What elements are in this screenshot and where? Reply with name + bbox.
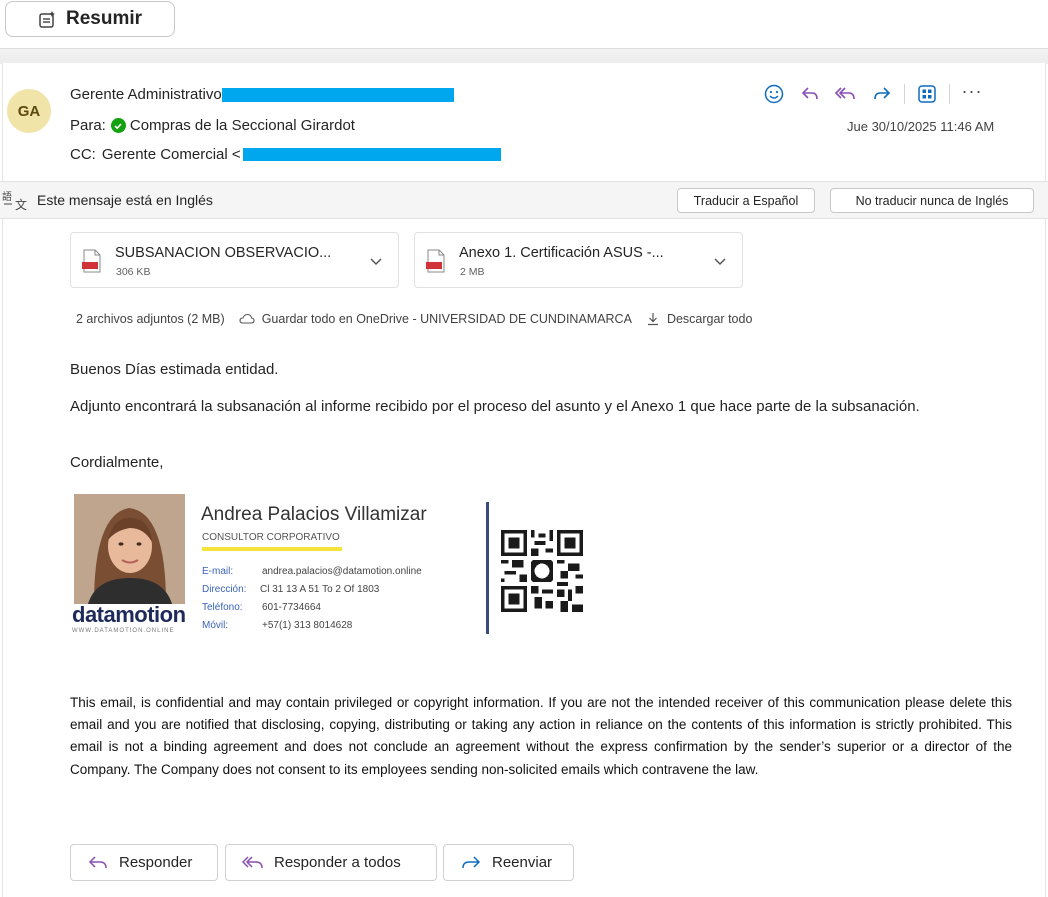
signature-role: CONSULTOR CORPORATIVO — [202, 532, 340, 543]
to-label: Para: — [70, 117, 106, 134]
reply-all-icon — [834, 87, 855, 100]
signature-mobile-value: +57(1) 313 8014628 — [262, 620, 353, 631]
summarize-label: Resumir — [66, 8, 143, 29]
signature-phone-value: 601-7734664 — [262, 602, 321, 613]
reply-all-button-footer[interactable]: Responder a todos — [225, 844, 437, 881]
reply-button-footer[interactable]: Responder — [70, 844, 218, 881]
signature-phone-label: Teléfono: — [202, 602, 243, 613]
top-toolbar: Resumir — [0, 0, 1048, 50]
pdf-file-icon — [82, 249, 101, 273]
attachment-size: 306 KB — [116, 266, 151, 278]
signature-divider — [486, 502, 489, 634]
datamotion-logo: datamotion — [72, 602, 186, 627]
cc-name[interactable]: Gerente Comercial < — [102, 146, 241, 163]
summarize-button[interactable]: Resumir — [5, 1, 175, 37]
attachments-count: 2 archivos adjuntos (2 MB) — [76, 312, 225, 326]
translation-bar: 語 文 Este mensaje está en Inglés Traducir… — [0, 181, 1048, 219]
svg-text:文: 文 — [15, 197, 27, 212]
to-line: Para: Compras de la Seccional Girardot — [70, 117, 355, 134]
logo-url: WWW.DATAMOTION.ONLINE — [72, 628, 175, 634]
download-icon — [647, 313, 658, 326]
from-line: Gerente Administrativo — [70, 86, 454, 103]
body-paragraph: Adjunto encontrará la subsanación al inf… — [70, 398, 920, 415]
reply-icon — [88, 855, 107, 868]
avatar[interactable]: GA — [7, 89, 51, 133]
translation-message: Este mensaje está en Inglés — [37, 192, 213, 208]
redacted-email — [221, 87, 454, 102]
signature-email-row: E-mail: andrea.palacios@datamotion.online — [202, 566, 422, 577]
body-greeting: Buenos Días estimada entidad. — [70, 361, 279, 378]
redacted-cc-email — [242, 148, 501, 161]
verified-check-icon — [110, 118, 126, 133]
forward-button[interactable] — [868, 80, 896, 108]
forward-icon — [462, 855, 481, 868]
attachment-card[interactable]: SUBSANACION OBSERVACIO... 306 KB — [70, 232, 399, 288]
reply-all-button[interactable] — [832, 80, 860, 108]
translate-button[interactable]: Traducir a Español — [677, 188, 815, 213]
reply-all-icon — [242, 855, 263, 868]
emoji-button[interactable] — [760, 80, 788, 108]
attachment-name: SUBSANACION OBSERVACIO... — [115, 245, 332, 261]
legal-disclaimer: This email, is confidential and may cont… — [70, 695, 1012, 777]
chevron-down-icon[interactable] — [368, 253, 384, 269]
signature-address-label: Dirección: — [202, 584, 247, 595]
never-translate-button[interactable]: No traducir nunca de Inglés — [830, 188, 1034, 213]
signature-address-value: Cl 31 13 A 51 To 2 Of 1803 — [260, 584, 380, 595]
separator-band — [0, 48, 1048, 64]
more-icon[interactable]: ··· — [958, 81, 986, 102]
sender-name[interactable]: Gerente Administrativo — [70, 86, 222, 103]
signature-email-value[interactable]: andrea.palacios@datamotion.online — [262, 566, 422, 577]
signature-email-label: E-mail: — [202, 566, 234, 577]
signature-mobile-row: Móvil: +57(1) 313 8014628 — [202, 620, 352, 631]
translate-icon: 語 文 — [2, 190, 27, 212]
attachment-card[interactable]: Anexo 1. Certificación ASUS -... 2 MB — [414, 232, 743, 288]
signature-accent-bar — [202, 547, 342, 551]
reply-button[interactable] — [796, 80, 824, 108]
forward-button-footer[interactable]: Reenviar — [443, 844, 574, 881]
emoji-icon — [764, 84, 784, 104]
forward-label: Reenviar — [492, 854, 553, 871]
attachments-summary-bar: 2 archivos adjuntos (2 MB) Guardar todo … — [76, 312, 752, 326]
save-all-onedrive-link[interactable]: Guardar todo en OneDrive - UNIVERSIDAD D… — [262, 312, 632, 326]
body-closing: Cordialmente, — [70, 454, 164, 471]
reply-icon — [801, 87, 818, 100]
email-signature: datamotion WWW.DATAMOTION.ONLINE Andrea … — [72, 494, 592, 644]
cc-label: CC: — [70, 146, 96, 163]
apps-button[interactable] — [913, 80, 941, 108]
chevron-down-icon[interactable] — [712, 253, 728, 269]
signature-photo — [74, 494, 185, 604]
attachment-name: Anexo 1. Certificación ASUS -... — [459, 245, 664, 261]
action-separator-2 — [949, 84, 950, 104]
apps-icon — [918, 85, 936, 103]
pdf-file-icon — [426, 249, 445, 273]
cc-line: CC: Gerente Comercial < — [70, 146, 501, 163]
recipient-name[interactable]: Compras de la Seccional Girardot — [130, 117, 355, 134]
reply-label: Responder — [119, 854, 193, 871]
svg-text:語: 語 — [2, 190, 12, 203]
download-all-link[interactable]: Descargar todo — [667, 312, 752, 326]
summarize-icon — [39, 11, 55, 28]
attachment-size: 2 MB — [460, 266, 485, 278]
signature-phone-row: Teléfono: 601-7734664 — [202, 602, 321, 613]
signature-address-row: Dirección: Cl 31 13 A 51 To 2 Of 1803 — [202, 584, 379, 595]
reply-all-label: Responder a todos — [274, 854, 401, 871]
message-actions: ··· — [760, 80, 986, 108]
action-separator — [904, 84, 905, 104]
message-datetime: Jue 30/10/2025 11:46 AM — [847, 119, 995, 134]
forward-icon — [874, 87, 891, 100]
signature-mobile-label: Móvil: — [202, 620, 229, 631]
qr-code-icon — [501, 530, 583, 612]
cloud-icon — [239, 313, 255, 324]
signature-name: Andrea Palacios Villamizar — [201, 504, 427, 525]
